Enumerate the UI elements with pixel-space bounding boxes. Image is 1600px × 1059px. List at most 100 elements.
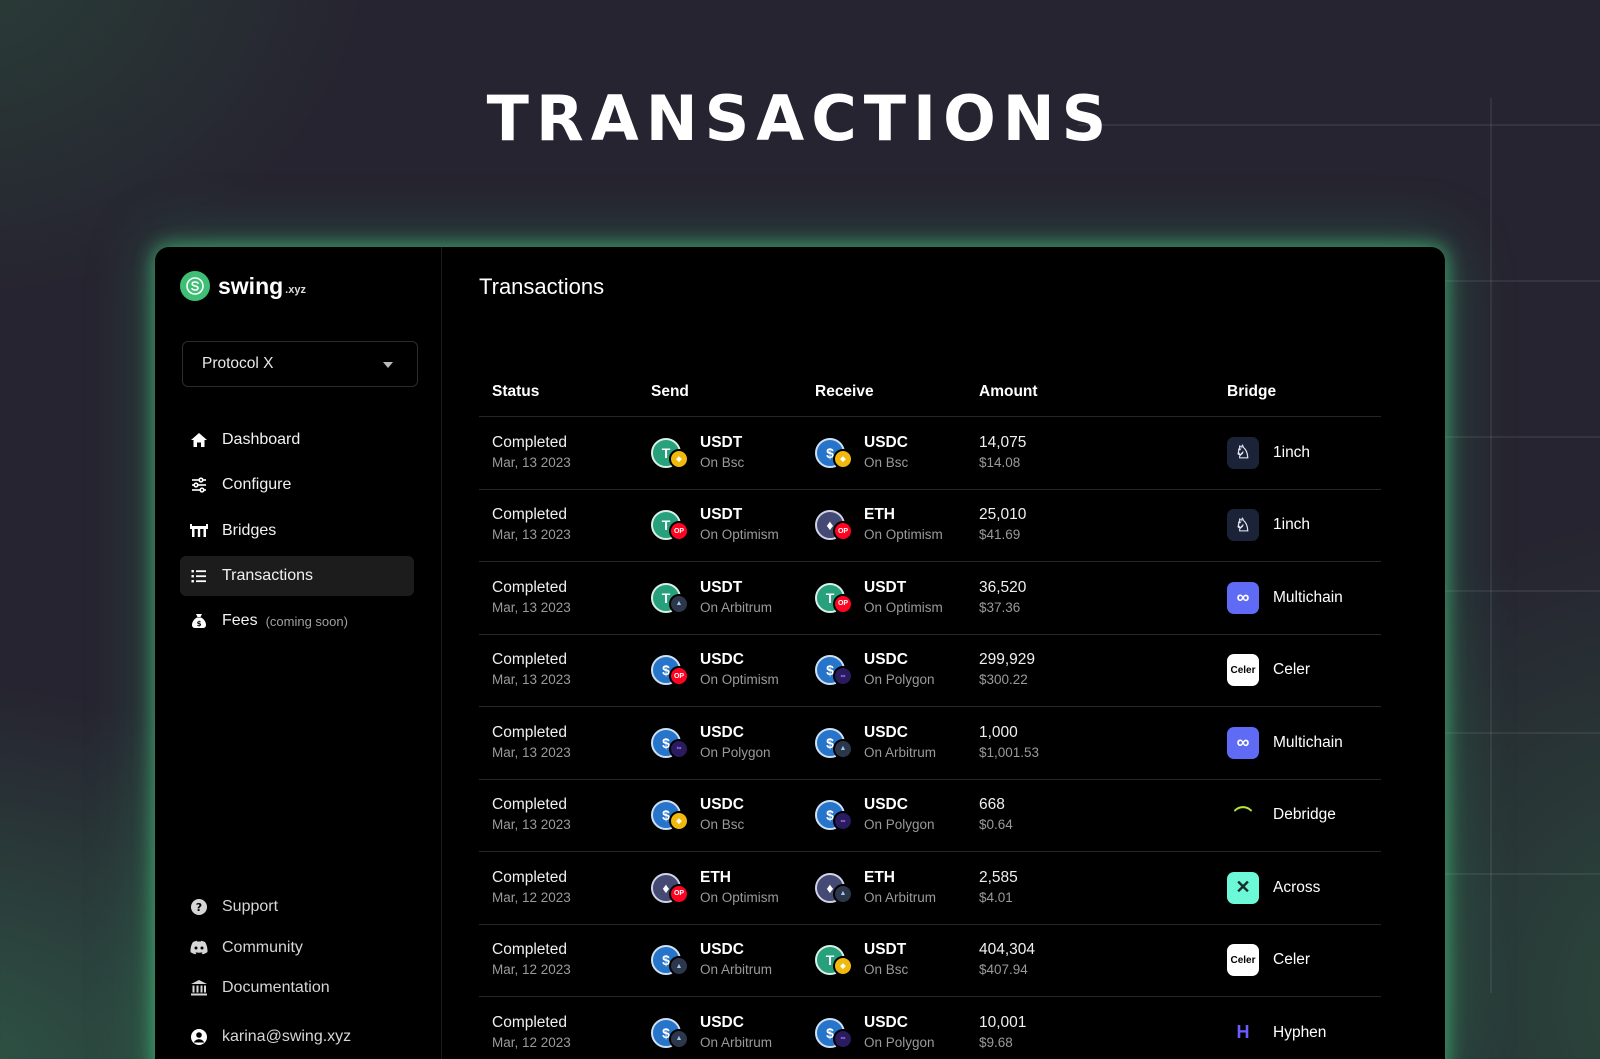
receive-cell: $ ∞ USDC On Polygon xyxy=(815,650,979,690)
protocol-select-value: Protocol X xyxy=(202,355,274,372)
sidebar: swing .xyz Protocol X Dashboard Configur… xyxy=(155,247,442,1059)
send-token: ♦ OP ETH On Optimism xyxy=(651,868,815,908)
multichain-logo-icon: ∞ xyxy=(1227,581,1259,614)
receive-token-name: USDT xyxy=(864,941,907,959)
bridge-cell: ♘ 1inch xyxy=(1227,436,1381,469)
swing-logo-icon xyxy=(180,271,210,301)
send-token-name: USDT xyxy=(700,433,743,451)
money-bag-icon: $ xyxy=(189,611,209,631)
receive-token-name: USDC xyxy=(864,1013,908,1031)
send-chain-name: On Arbitrum xyxy=(700,599,773,615)
bridge-name: Celer xyxy=(1273,661,1311,679)
receive-cell: $ ▲ USDC On Arbitrum xyxy=(815,723,979,763)
grid-line xyxy=(1440,280,1600,282)
amount-value: 25,010 xyxy=(979,506,1027,524)
bridge-info: ⌒ Debridge xyxy=(1227,799,1381,831)
table-row[interactable]: Completed Mar, 13 2023 T ◆ USDT On Bsc $… xyxy=(479,417,1381,490)
send-token: $ ∞ USDC On Polygon xyxy=(651,723,815,763)
protocol-select[interactable]: Protocol X xyxy=(182,341,418,387)
hero-title: TRANSACTIONS xyxy=(486,82,1114,155)
table-row[interactable]: Completed Mar, 13 2023 $ OP USDC On Opti… xyxy=(479,635,1381,707)
transaction-date: Mar, 13 2023 xyxy=(492,744,571,760)
sidebar-item-bridges[interactable]: Bridges xyxy=(180,511,414,551)
grid-line xyxy=(1490,98,1492,993)
amount-usd: $0.64 xyxy=(979,817,1013,833)
amount-usd: $4.01 xyxy=(979,889,1013,905)
receive-chain-name: On Arbitrum xyxy=(864,744,937,760)
bridge-cell: ⌒ Debridge xyxy=(1227,799,1381,831)
coming-soon-note: (coming soon) xyxy=(265,613,348,629)
status-cell: Completed Mar, 13 2023 xyxy=(479,723,651,763)
table-row[interactable]: Completed Mar, 12 2023 $ ▲ USDC On Arbit… xyxy=(479,925,1381,997)
receive-token-icons: ♦ OP xyxy=(815,509,855,542)
column-header-status[interactable]: Status xyxy=(479,383,651,401)
status-cell: Completed Mar, 12 2023 xyxy=(479,1013,651,1053)
sidebar-item-dashboard[interactable]: Dashboard xyxy=(180,420,414,460)
column-header-receive[interactable]: Receive xyxy=(815,383,979,401)
status-text: Completed xyxy=(492,651,567,669)
status-text: Completed xyxy=(492,796,567,814)
table-row[interactable]: Completed Mar, 12 2023 $ ▲ USDC On Arbit… xyxy=(479,997,1381,1059)
receive-chain-name: On Bsc xyxy=(864,962,909,978)
table-row[interactable]: Completed Mar, 13 2023 $ ∞ USDC On Polyg… xyxy=(479,707,1381,780)
sidebar-item-transactions[interactable]: Transactions xyxy=(180,555,414,596)
sidebar-item-label: Dashboard xyxy=(222,431,301,448)
send-token-icons: $ OP xyxy=(651,654,691,687)
amount-value: 668 xyxy=(979,796,1005,814)
optimism-chain-icon: OP xyxy=(669,883,689,904)
amount-value: 14,075 xyxy=(979,433,1027,451)
amount-cell: 36,520 $37.36 xyxy=(979,578,1227,618)
send-cell: $ ◆ USDC On Bsc xyxy=(651,795,815,835)
send-chain-name: On Optimism xyxy=(700,889,779,905)
transaction-date: Mar, 12 2023 xyxy=(492,889,571,905)
receive-token-icons: T ◆ xyxy=(815,944,855,977)
optimism-chain-icon: OP xyxy=(669,666,689,687)
table-row[interactable]: Completed Mar, 13 2023 $ ◆ USDC On Bsc $… xyxy=(479,780,1381,852)
sidebar-item-account[interactable]: karina@swing.xyz xyxy=(180,1017,414,1058)
bridge-name: Multichain xyxy=(1273,588,1343,606)
status-cell: Completed Mar, 13 2023 xyxy=(479,433,651,473)
send-chain-name: On Bsc xyxy=(700,454,745,470)
amount-usd: $9.68 xyxy=(979,1034,1013,1050)
column-header-bridge[interactable]: Bridge xyxy=(1227,383,1381,401)
receive-token-icons: $ ∞ xyxy=(815,654,855,687)
table-row[interactable]: Completed Mar, 13 2023 T ▲ USDT On Arbit… xyxy=(479,562,1381,635)
send-token-icons: $ ∞ xyxy=(651,727,691,759)
receive-token: ♦ OP ETH On Optimism xyxy=(815,505,979,545)
hyphen-logo-icon: H xyxy=(1236,1022,1250,1043)
send-cell: $ OP USDC On Optimism xyxy=(651,650,815,690)
transaction-date: Mar, 12 2023 xyxy=(492,1034,571,1050)
receive-cell: $ ∞ USDC On Polygon xyxy=(815,1013,979,1053)
column-header-amount[interactable]: Amount xyxy=(979,383,1227,401)
receive-token-name: USDC xyxy=(864,651,908,669)
receive-token: $ ∞ USDC On Polygon xyxy=(815,1013,979,1053)
sidebar-item-label: Fees xyxy=(222,612,258,630)
column-header-send[interactable]: Send xyxy=(651,383,815,401)
logo-suffix: .xyz xyxy=(285,284,306,296)
send-cell: $ ▲ USDC On Arbitrum xyxy=(651,940,815,980)
receive-token: $ ◆ USDC On Bsc xyxy=(815,433,979,473)
send-token-name: USDT xyxy=(700,506,743,524)
sidebar-item-documentation[interactable]: Documentation xyxy=(180,968,414,1009)
send-token-name: USDC xyxy=(700,796,744,814)
arbitrum-chain-icon: ▲ xyxy=(669,1028,689,1049)
amount-value: 10,001 xyxy=(979,1013,1027,1031)
amount-cell: 25,010 $41.69 xyxy=(979,505,1227,545)
send-chain-name: On Polygon xyxy=(700,744,771,760)
sidebar-item-community[interactable]: Community xyxy=(180,928,414,969)
optimism-chain-icon: OP xyxy=(669,521,689,542)
sidebar-item-support[interactable]: ? Support xyxy=(180,887,414,928)
table-row[interactable]: Completed Mar, 12 2023 ♦ OP ETH On Optim… xyxy=(479,852,1381,925)
send-cell: T ◆ USDT On Bsc xyxy=(651,433,815,473)
discord-icon xyxy=(189,938,209,958)
sidebar-item-fees[interactable]: $ Fees (coming soon) xyxy=(180,601,414,641)
status-text: Completed xyxy=(492,578,567,596)
table-row[interactable]: Completed Mar, 13 2023 T OP USDT On Opti… xyxy=(479,490,1381,562)
logo[interactable]: swing .xyz xyxy=(180,271,306,301)
sidebar-item-configure[interactable]: Configure xyxy=(180,465,414,505)
status-text: Completed xyxy=(492,1013,567,1031)
amount-value: 36,520 xyxy=(979,578,1027,596)
status-cell: Completed Mar, 13 2023 xyxy=(479,650,651,690)
table-header: Status Send Receive Amount Bridge xyxy=(479,367,1381,417)
debridge-logo-icon: ⌒ xyxy=(1234,806,1252,827)
